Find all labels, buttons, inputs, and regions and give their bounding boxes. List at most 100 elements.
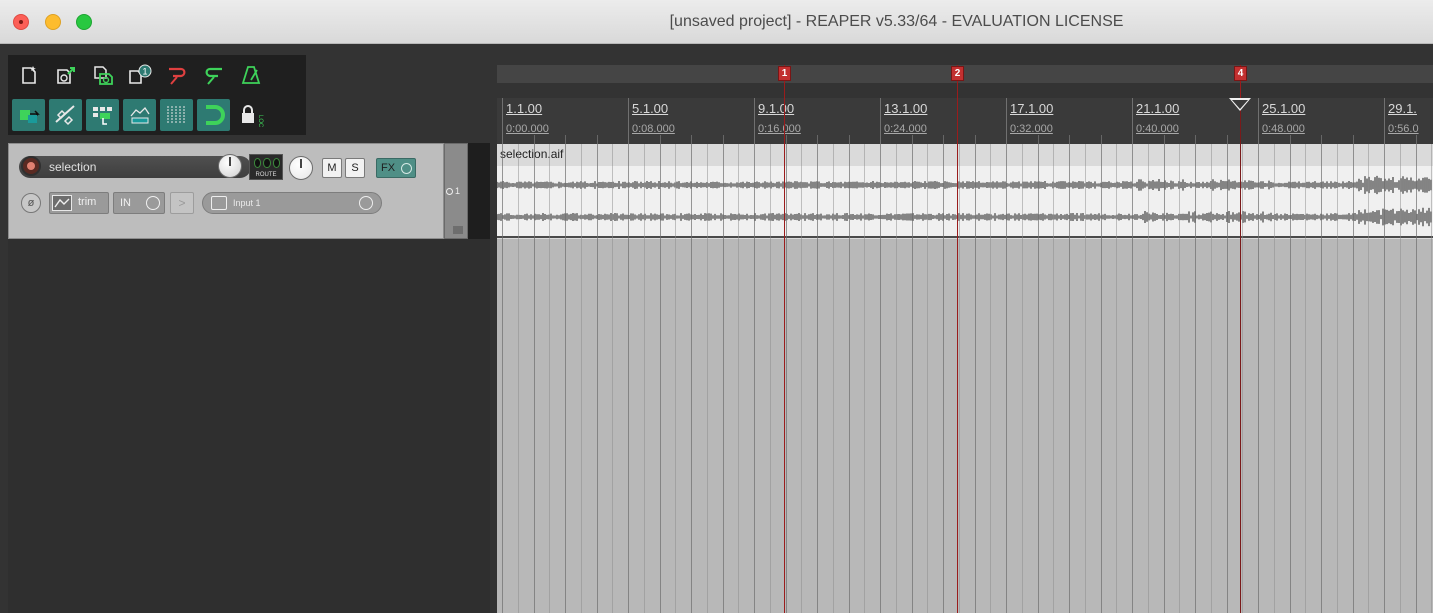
ruler-minor-tick xyxy=(533,135,535,144)
media-item[interactable] xyxy=(497,166,1433,238)
record-arm-button[interactable] xyxy=(21,156,41,176)
grid-line xyxy=(833,144,834,613)
redo-button[interactable] xyxy=(197,59,230,91)
ruler-minor-tick xyxy=(943,135,944,144)
auto-crossfade-icon xyxy=(19,110,40,123)
new-project-icon xyxy=(21,66,36,84)
item-grouping-button[interactable] xyxy=(86,99,119,131)
grid-line xyxy=(1053,144,1054,613)
marker-line xyxy=(957,65,958,613)
project-settings-icon: 1 xyxy=(128,64,151,84)
auto-crossfade-button[interactable] xyxy=(12,99,45,131)
grid-line xyxy=(817,144,818,613)
fx-label: FX xyxy=(381,162,396,174)
grid-line xyxy=(1006,144,1007,613)
new-project-button[interactable] xyxy=(12,59,45,91)
input-select[interactable]: Input 1 xyxy=(202,192,382,214)
grid-line xyxy=(754,144,755,613)
project-marker[interactable]: 2 xyxy=(951,66,964,81)
ruler-minor-tick xyxy=(1037,135,1039,144)
svg-text:1: 1 xyxy=(142,67,147,77)
grid-line xyxy=(849,144,850,613)
snap-button[interactable] xyxy=(197,99,230,131)
track-name-field[interactable]: selection xyxy=(19,156,251,178)
solo-button[interactable]: S xyxy=(345,158,365,178)
empty-track-area[interactable] xyxy=(497,239,1433,613)
grid-line xyxy=(518,144,519,613)
ruler-minor-tick xyxy=(1226,135,1228,144)
arrange-view[interactable]: 1.1.00 0:00.000 5.1.00 0:08.000 9.1.00 0:16.0… xyxy=(497,55,1433,613)
edit-cursor-line[interactable] xyxy=(1240,101,1241,613)
fx-button[interactable]: FX xyxy=(376,158,416,178)
ruler-minor-tick xyxy=(911,135,913,144)
grid-line xyxy=(691,144,692,613)
grid-line xyxy=(1258,144,1259,613)
project-marker[interactable]: 4 xyxy=(1234,66,1247,81)
grid-line xyxy=(1274,144,1275,613)
undo-icon xyxy=(168,67,185,85)
ruler-minor-tick xyxy=(1415,135,1417,144)
input-fx-button[interactable]: IN xyxy=(113,192,165,214)
ruler-minor-tick xyxy=(785,135,787,144)
edit-cursor-marker[interactable] xyxy=(1229,98,1251,111)
folder-icon[interactable] xyxy=(453,226,463,234)
grid-line xyxy=(597,144,598,613)
lock-button[interactable]: LOCK xyxy=(234,99,267,131)
ruler-minor-tick xyxy=(596,135,598,144)
waveform xyxy=(497,175,1432,227)
metronome-button[interactable] xyxy=(234,59,267,91)
phase-invert-button[interactable]: ø xyxy=(21,193,41,213)
chevron-down-icon xyxy=(359,196,373,210)
grid-line xyxy=(549,144,550,613)
marker-lane[interactable] xyxy=(497,65,1433,83)
undo-button[interactable] xyxy=(160,59,193,91)
record-monitor-button[interactable]: > xyxy=(170,192,194,214)
ruler-minor-tick xyxy=(659,135,661,144)
item-grouping-icon xyxy=(92,107,112,125)
grid-line xyxy=(644,144,645,613)
ruler-bar-label: 29.1. xyxy=(1388,101,1417,116)
grid-line xyxy=(738,144,739,613)
envelope-points-button[interactable] xyxy=(123,99,156,131)
grid-line xyxy=(880,144,881,613)
grid-snap-button[interactable] xyxy=(160,99,193,131)
ruler-bar-label: 1.1.00 xyxy=(506,101,543,116)
track-lane[interactable]: selection.aif xyxy=(497,144,1433,239)
pan-knob[interactable] xyxy=(289,156,313,180)
grid-line xyxy=(565,144,566,613)
grid-snap-icon xyxy=(167,106,184,124)
grid-line xyxy=(1290,144,1291,613)
mute-button[interactable]: M xyxy=(322,158,342,178)
timeline-ruler[interactable]: 1.1.00 0:00.000 5.1.00 0:08.000 9.1.00 0:16.0… xyxy=(497,98,1433,144)
grid-line xyxy=(534,144,535,613)
track-panel-empty-area[interactable] xyxy=(8,239,490,613)
project-settings-button[interactable]: 1 xyxy=(123,59,156,91)
route-button[interactable]: ROUTE xyxy=(249,154,283,180)
grid-line xyxy=(1353,144,1354,613)
grid-line xyxy=(990,144,991,613)
project-marker[interactable]: 1 xyxy=(778,66,791,81)
redo-icon xyxy=(205,67,222,85)
ruler-minor-tick xyxy=(974,135,976,144)
metronome-icon xyxy=(241,66,260,84)
automation-mode-button[interactable]: trim xyxy=(49,192,109,214)
grid-line xyxy=(959,144,960,613)
grid-line xyxy=(1069,144,1070,613)
grid-line xyxy=(1116,144,1117,613)
fx-bypass-power-icon[interactable] xyxy=(401,163,412,174)
save-project-button[interactable] xyxy=(86,59,119,91)
ruler-minor-tick xyxy=(1069,135,1070,144)
grid-line xyxy=(1085,144,1086,613)
ruler-bar-label: 9.1.00 xyxy=(758,101,795,116)
grid-line xyxy=(786,144,787,613)
volume-knob[interactable] xyxy=(218,154,242,178)
ruler-bar-label: 5.1.00 xyxy=(632,101,669,116)
ruler-time-label: 0:00.000 xyxy=(506,123,549,135)
grid-line xyxy=(612,144,613,613)
open-project-button[interactable] xyxy=(49,59,82,91)
ripple-edit-icon xyxy=(54,105,75,126)
ruler-minor-tick xyxy=(1321,135,1322,144)
ripple-edit-button[interactable] xyxy=(49,99,82,131)
title-bar: [unsaved project] - REAPER v5.33/64 - EV… xyxy=(0,0,1433,44)
grid-line xyxy=(1148,144,1149,613)
